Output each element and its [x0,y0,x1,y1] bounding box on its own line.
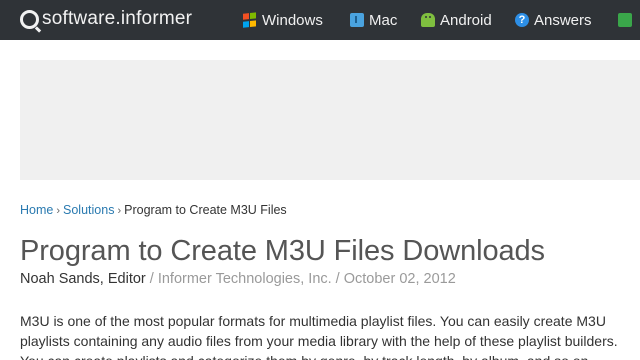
breadcrumb-home[interactable]: Home [20,203,53,217]
article-body: M3U is one of the most popular formats f… [20,311,640,360]
author-name: Noah Sands, Editor [20,271,146,287]
android-icon [421,13,435,27]
breadcrumb-current: Program to Create M3U Files [124,203,287,217]
article-line: playlists containing any audio files fro… [20,333,618,349]
byline: Noah Sands, Editor / Informer Technologi… [20,271,456,287]
breadcrumb-separator-icon: › [117,205,122,217]
logo-text: software.informer [42,8,193,29]
nav-android-label: Android [440,11,492,29]
mac-icon [350,13,364,27]
site-logo[interactable]: software.informer [20,7,192,31]
article-line: You can create playlists and categorize … [20,351,640,360]
nav-more[interactable] [618,10,637,30]
windows-icon [243,12,257,28]
nav-answers[interactable]: ? Answers [515,10,592,30]
nav-windows-label: Windows [262,11,323,29]
article-line: M3U is one of the most popular formats f… [20,313,606,329]
breadcrumb-separator-icon: › [56,205,61,217]
logo-magnifier-icon [20,9,39,29]
question-icon: ? [515,13,529,27]
advertisement-placeholder [20,60,640,180]
nav-windows[interactable]: Windows [243,10,323,30]
chat-icon [618,13,632,27]
nav-android[interactable]: Android [421,10,492,30]
nav-answers-label: Answers [534,11,592,29]
nav-mac[interactable]: Mac [350,10,397,30]
page-title: Program to Create M3U Files Downloads [20,235,545,267]
breadcrumb-solutions[interactable]: Solutions [63,203,114,217]
publisher: / Informer Technologies, Inc. / [145,271,344,287]
top-navigation-bar: software.informer Windows Mac Android ? … [0,0,640,40]
publish-date: October 02, 2012 [343,271,456,287]
breadcrumb: Home › Solutions › Program to Create M3U Fil… [20,203,287,217]
nav-mac-label: Mac [369,11,398,29]
